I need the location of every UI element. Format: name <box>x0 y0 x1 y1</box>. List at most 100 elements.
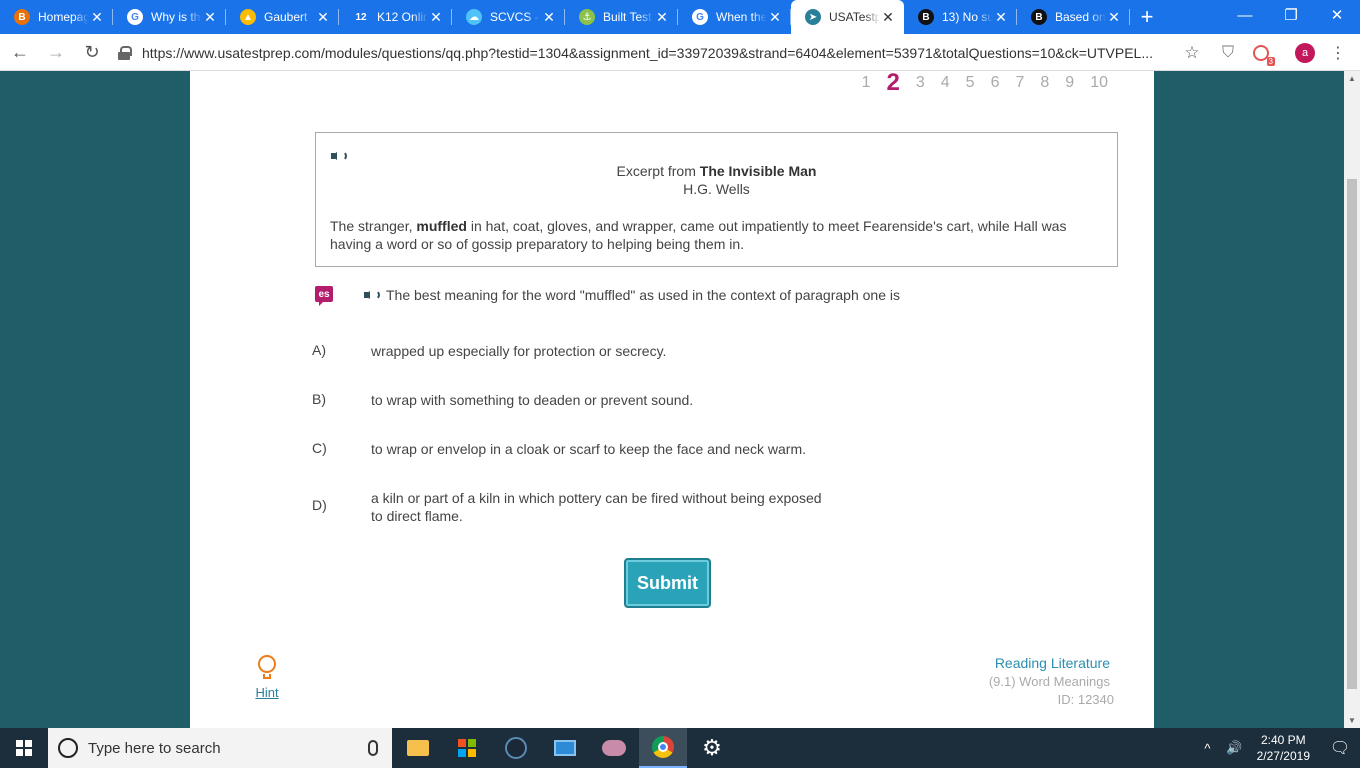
forward-button[interactable]: → <box>40 36 72 68</box>
hint-button[interactable]: Hint <box>252 655 282 700</box>
page-number-10[interactable]: 10 <box>1090 74 1108 92</box>
page-number-7[interactable]: 7 <box>1015 74 1024 92</box>
tab-favicon-icon: ▲ <box>240 9 256 25</box>
tab-favicon-icon: ➤ <box>805 9 821 25</box>
tab-close-icon[interactable]: ✕ <box>880 9 896 25</box>
tab-favicon-icon: B <box>14 9 30 25</box>
new-tab-button[interactable]: + <box>1130 0 1164 34</box>
tab-close-icon[interactable]: ✕ <box>993 9 1009 25</box>
steam-icon[interactable] <box>492 728 540 768</box>
scroll-thumb[interactable] <box>1347 179 1357 689</box>
browser-tab[interactable]: ☁ SCVCS - ✕ <box>452 0 565 34</box>
maximize-button[interactable]: ❐ <box>1268 0 1314 30</box>
tab-favicon-icon: G <box>692 9 708 25</box>
browser-tab[interactable]: ▲ Gaubert ✕ <box>226 0 339 34</box>
tab-close-icon[interactable]: ✕ <box>541 9 557 25</box>
tab-favicon-icon: G <box>127 9 143 25</box>
question-speaker-icon[interactable] <box>364 288 382 302</box>
choice-letter: C) <box>312 440 327 456</box>
system-tray: ^ 🔊 2:40 PM 2/27/2019 🗨 <box>1196 728 1360 768</box>
bookmark-star-icon[interactable]: ☆ <box>1180 43 1204 63</box>
tab-favicon-icon: B <box>918 9 934 25</box>
browser-menu-icon[interactable]: ⋮ <box>1328 34 1348 71</box>
window-controls: — ❐ ✕ <box>1222 0 1360 34</box>
browser-tab[interactable]: B Homepage✕ <box>0 0 113 34</box>
clock[interactable]: 2:40 PM 2/27/2019 <box>1257 732 1310 764</box>
spanish-translate-icon[interactable]: es <box>315 286 333 306</box>
choice-text[interactable]: a kiln or part of a kiln in which potter… <box>371 489 831 525</box>
choice-text[interactable]: to wrap with something to deaden or prev… <box>371 391 831 409</box>
question-meta: Reading Literature (9.1) Word Meanings I… <box>988 655 1114 707</box>
page-number-2[interactable]: 2 <box>887 71 900 97</box>
page-number-1[interactable]: 1 <box>862 74 871 92</box>
taskbar-search[interactable]: Type here to search <box>48 728 392 768</box>
extension-icon[interactable]: 3 <box>1248 34 1275 71</box>
choice-text[interactable]: wrapped up especially for protection or … <box>371 342 831 360</box>
tab-title: USATestprep <box>829 10 880 24</box>
url-text[interactable]: https://www.usatestprep.com/modules/ques… <box>142 45 1180 61</box>
excerpt-author: H.G. Wells <box>683 181 750 197</box>
tab-title: Based on <box>1055 10 1106 24</box>
address-bar[interactable]: https://www.usatestprep.com/modules/ques… <box>110 38 1204 67</box>
search-placeholder[interactable]: Type here to search <box>88 740 368 757</box>
app-screen-icon[interactable] <box>541 728 589 768</box>
choice-letter: D) <box>312 497 327 513</box>
lock-icon <box>118 45 132 60</box>
tab-close-icon[interactable]: ✕ <box>89 9 105 25</box>
page-number-8[interactable]: 8 <box>1040 74 1049 92</box>
tab-favicon-icon: ⚓ <box>579 9 595 25</box>
tab-close-icon[interactable]: ✕ <box>202 9 218 25</box>
tray-chevron-icon[interactable]: ^ <box>1204 741 1210 756</box>
book-title: The Invisible Man <box>699 163 817 179</box>
browser-tab[interactable]: G Why is the ✕ <box>113 0 226 34</box>
microphone-icon[interactable] <box>368 740 378 756</box>
game-app-icon[interactable] <box>590 728 638 768</box>
page-number-5[interactable]: 5 <box>966 74 975 92</box>
close-window-button[interactable]: ✕ <box>1314 0 1360 30</box>
settings-gear-icon[interactable]: ⚙ <box>688 728 736 768</box>
browser-tab[interactable]: G When the ✕ <box>678 0 791 34</box>
meta-standard: (9.1) Word Meanings <box>988 674 1110 689</box>
tab-close-icon[interactable]: ✕ <box>315 9 331 25</box>
reload-button[interactable]: ↻ <box>76 36 108 68</box>
volume-icon[interactable]: 🔊 <box>1226 740 1242 756</box>
minimize-button[interactable]: — <box>1222 0 1268 30</box>
page-number-3[interactable]: 3 <box>916 74 925 92</box>
notifications-icon[interactable]: 🗨 <box>1320 738 1360 758</box>
page-number-4[interactable]: 4 <box>941 74 950 92</box>
tab-close-icon[interactable]: ✕ <box>767 9 783 25</box>
tab-favicon-icon: ☁ <box>466 9 482 25</box>
store-icon[interactable] <box>443 728 491 768</box>
tab-close-icon[interactable]: ✕ <box>654 9 670 25</box>
start-button[interactable] <box>0 728 48 768</box>
speaker-icon[interactable] <box>331 149 349 163</box>
tab-title: Homepage <box>38 10 89 24</box>
meta-id: ID: 12340 <box>1057 692 1114 707</box>
tab-favicon-icon: B <box>1031 9 1047 25</box>
browser-tab[interactable]: 12 K12 Online✕ <box>339 0 452 34</box>
profile-avatar[interactable]: a <box>1294 34 1316 71</box>
choice-letter: A) <box>312 342 326 358</box>
browser-tab[interactable]: ➤ USATestprep✕ <box>791 0 904 34</box>
tab-favicon-icon: 12 <box>353 9 369 25</box>
back-button[interactable]: ← <box>4 36 36 68</box>
file-explorer-icon[interactable] <box>394 728 442 768</box>
page-number-6[interactable]: 6 <box>991 74 1000 92</box>
hint-link[interactable]: Hint <box>252 685 282 700</box>
scroll-down-arrow[interactable]: ▼ <box>1347 716 1357 725</box>
chrome-icon[interactable] <box>639 728 687 768</box>
browser-tab[interactable]: B Based on ✕ <box>1017 0 1130 34</box>
choice-text[interactable]: to wrap or envelop in a cloak or scarf t… <box>371 440 831 458</box>
lightbulb-icon[interactable] <box>258 655 276 679</box>
tab-close-icon[interactable]: ✕ <box>428 9 444 25</box>
browser-tab[interactable]: ⚓ Built Test ✕ <box>565 0 678 34</box>
submit-button[interactable]: Submit <box>624 558 711 608</box>
tab-close-icon[interactable]: ✕ <box>1106 9 1122 25</box>
highlighted-word: muffled <box>416 218 467 234</box>
shield-extension-icon[interactable]: ⛉ <box>1216 34 1240 71</box>
page-number-9[interactable]: 9 <box>1065 74 1074 92</box>
scroll-up-arrow[interactable]: ▲ <box>1347 74 1357 83</box>
page-scrollbar[interactable]: ▲ ▼ <box>1344 71 1360 728</box>
choice-letter: B) <box>312 391 326 407</box>
browser-tab[interactable]: B 13) No such✕ <box>904 0 1017 34</box>
